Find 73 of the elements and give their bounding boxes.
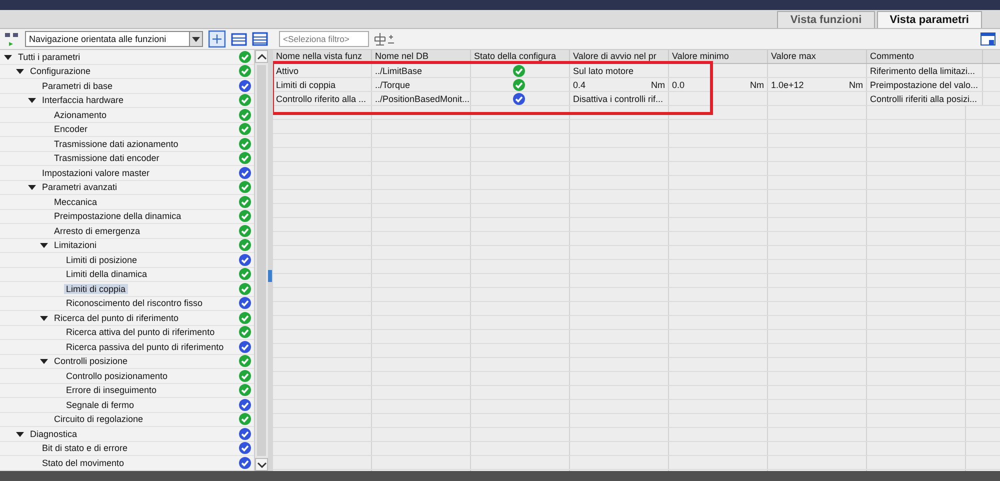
tree-item[interactable]: Riconoscimento del riscontro fisso xyxy=(64,298,205,308)
column-header[interactable]: Stato della configura xyxy=(471,50,570,63)
table-cell: Sul lato motore xyxy=(573,66,634,76)
expand-triangle-icon[interactable] xyxy=(40,314,48,322)
table-cell: Preimpostazione del valo... xyxy=(867,78,983,91)
tree-item[interactable]: Parametri di base xyxy=(40,80,115,91)
tree-item[interactable]: Trasmissione dati azionamento xyxy=(52,138,180,149)
table-cell: ../LimitBase xyxy=(372,64,471,77)
table-cell: Limiti di coppia xyxy=(273,78,372,91)
column-header[interactable]: Nome nella vista funz xyxy=(273,50,372,63)
tree-item[interactable]: Tutti i parametri xyxy=(16,52,82,62)
tree-item[interactable]: Azionamento xyxy=(52,110,109,120)
columns-icon[interactable] xyxy=(208,30,226,48)
tree-item[interactable]: Preimpostazione della dinamica xyxy=(52,211,184,222)
table-cell: Disattiva i controlli rif... xyxy=(573,94,664,104)
window-icon[interactable] xyxy=(980,31,996,47)
table-icon[interactable] xyxy=(252,31,268,47)
table-cell: ../PositionBasedMonit... xyxy=(372,92,471,105)
view-tab[interactable]: Vista funzioni xyxy=(777,11,875,28)
table-cell: 1.0e+12 xyxy=(771,80,804,90)
tree-item[interactable]: Arresto di emergenza xyxy=(52,226,142,236)
expand-triangle-icon[interactable] xyxy=(4,52,12,61)
tree-item[interactable]: Configurazione xyxy=(28,66,93,76)
filter-field[interactable]: <Seleziona filtro> xyxy=(279,31,369,47)
table-icon[interactable] xyxy=(231,31,247,47)
tree-item[interactable]: Ricerca attiva del punto di riferimento xyxy=(64,327,217,338)
tree-item[interactable]: Stato del movimento xyxy=(40,458,126,468)
tree-item[interactable]: Limitazioni xyxy=(52,240,99,250)
unit-label: Nm xyxy=(750,80,764,90)
navigation-dropdown[interactable]: Navigazione orientata alle funzioni xyxy=(25,31,203,47)
tree-item[interactable]: Diagnostica xyxy=(28,428,80,439)
tree-item[interactable]: Errore di inseguimento xyxy=(64,385,159,396)
tree-item[interactable]: Limiti di posizione xyxy=(64,254,140,265)
tree-item[interactable]: Controllo posizionamento xyxy=(64,370,170,381)
scrollbar[interactable] xyxy=(254,50,268,471)
column-header[interactable]: Valore minimo xyxy=(669,50,768,63)
expand-triangle-icon[interactable] xyxy=(28,96,36,104)
tree-item[interactable]: Ricerca passiva del punto di riferimento xyxy=(64,342,226,352)
expand-triangle-icon[interactable] xyxy=(28,183,36,192)
expand-triangle-icon[interactable] xyxy=(40,357,48,366)
tree-item[interactable]: Parametri avanzati xyxy=(40,182,120,192)
column-header[interactable]: Nome nel DB xyxy=(372,50,471,63)
expand-triangle-icon[interactable] xyxy=(16,430,24,438)
column-header[interactable]: Valore max xyxy=(768,50,867,63)
tree-item[interactable]: Circuito di regolazione xyxy=(52,414,146,424)
unit-label: Nm xyxy=(849,80,863,90)
tree-item[interactable]: Bit di stato e di errore xyxy=(40,443,130,454)
unit-label: Nm xyxy=(651,80,665,90)
tree-item[interactable]: Limiti della dinamica xyxy=(64,269,150,280)
network-icon xyxy=(4,31,20,47)
column-header[interactable]: Commento xyxy=(867,50,983,63)
tree-item[interactable]: Meccanica xyxy=(52,196,100,207)
table-cell: Riferimento della limitazi... xyxy=(867,64,983,77)
tree-item[interactable]: Impostazioni valore master xyxy=(40,168,152,178)
tree-item[interactable]: Controlli posizione xyxy=(52,356,130,366)
column-header[interactable]: Valore di avvio nel pr xyxy=(570,50,669,63)
expand-triangle-icon[interactable] xyxy=(16,67,24,76)
table-cell: Controlli riferiti alla posizi... xyxy=(867,92,983,105)
tree-item[interactable]: Encoder xyxy=(52,124,90,134)
tree-item[interactable]: Segnale di fermo xyxy=(64,400,136,410)
table-cell: ../Torque xyxy=(372,78,471,91)
table-cell: 0.0 xyxy=(672,80,685,90)
expand-triangle-icon[interactable] xyxy=(40,241,48,250)
view-tab[interactable]: Vista parametri xyxy=(876,11,982,28)
table-cell: 0.4 xyxy=(573,80,586,90)
tree-item[interactable]: Interfaccia hardware xyxy=(40,95,126,106)
tree-item[interactable]: Trasmissione dati encoder xyxy=(52,153,162,164)
tree-item[interactable]: Limiti di coppia xyxy=(64,284,128,294)
table-cell: Controllo riferito alla ... xyxy=(273,92,372,105)
tree-item[interactable]: Ricerca del punto di riferimento xyxy=(52,312,181,323)
scale-icon[interactable] xyxy=(374,32,396,46)
caret-icon xyxy=(192,36,200,42)
table-cell: Attivo xyxy=(273,64,372,77)
